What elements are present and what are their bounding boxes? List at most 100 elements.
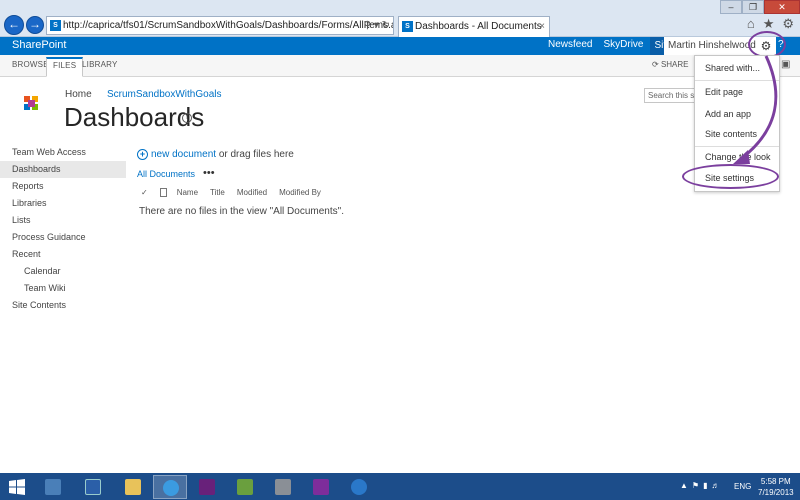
tab-title: Dashboards - All Documents xyxy=(415,21,542,32)
taskbar-powershell[interactable] xyxy=(76,475,110,499)
ribbon: BROWSE FILES LIBRARY ⟳ SHARE ▣ xyxy=(0,55,800,77)
focus-content-icon[interactable]: ▣ xyxy=(781,59,790,70)
menu-divider xyxy=(695,80,779,81)
taskbar-globe[interactable] xyxy=(342,475,376,499)
menu-item-change-the-look[interactable]: Change the look xyxy=(705,152,771,162)
taskbar-explorer[interactable] xyxy=(116,475,150,499)
start-button[interactable] xyxy=(0,475,34,499)
nav-item-process-guidance[interactable]: Process Guidance xyxy=(0,229,126,246)
nav-item-lists[interactable]: Lists xyxy=(0,212,126,229)
document-type-icon xyxy=(159,188,167,197)
column-title[interactable]: Title xyxy=(210,188,225,197)
taskbar-app-green[interactable] xyxy=(228,475,262,499)
taskbar-app-tools[interactable] xyxy=(266,475,300,499)
view-all-documents[interactable]: All Documents xyxy=(137,169,195,179)
window-controls: – ❐ ✕ xyxy=(720,0,800,14)
forward-arrow-icon[interactable]: → xyxy=(26,16,44,34)
share-icon: ⟳ xyxy=(652,60,659,69)
powershell-icon xyxy=(85,479,101,495)
app-cube-icon xyxy=(237,479,253,495)
nav-item-recent: Recent xyxy=(12,249,41,259)
system-tray: ▲ ⚑ ▮ ♬ xyxy=(680,481,720,490)
select-all-checkmark[interactable]: ✓ xyxy=(141,188,148,197)
user-name: Martin Hinshelwood xyxy=(668,40,756,51)
folder-icon xyxy=(125,479,141,495)
menu-divider xyxy=(695,146,779,147)
flag-icon[interactable]: ⚑ xyxy=(692,481,699,490)
taskbar-internet-explorer[interactable] xyxy=(153,475,187,499)
user-menu[interactable]: Martin Hinshelwood ▾ xyxy=(664,37,764,55)
clock-date: 7/19/2013 xyxy=(758,488,794,497)
address-text: http://caprica/tfs01/ScrumSandboxWithGoa… xyxy=(63,20,394,31)
drag-files-text: or drag files here xyxy=(216,149,294,160)
column-modified-by[interactable]: Modified By xyxy=(279,188,321,197)
sharepoint-brand[interactable]: SharePoint xyxy=(12,39,66,51)
favorites-star-icon[interactable]: ★ xyxy=(763,16,775,32)
tab-library[interactable]: LIBRARY xyxy=(76,58,124,71)
taskbar-visual-studio-2[interactable] xyxy=(304,475,338,499)
home-icon[interactable]: ⌂ xyxy=(747,16,755,32)
site-settings-highlight-annotation xyxy=(682,164,779,189)
search-refresh-icon[interactable]: ⚲ ▾ ↻ xyxy=(364,17,390,34)
windows-logo-icon xyxy=(9,479,25,495)
site-logo[interactable] xyxy=(24,96,40,112)
empty-view-message: There are no files in the view "All Docu… xyxy=(139,206,344,217)
nav-item-team-web-access[interactable]: Team Web Access xyxy=(0,144,126,161)
tools-gear-icon[interactable]: ⚙ xyxy=(782,16,794,32)
nav-item-site-contents[interactable]: Site Contents xyxy=(0,297,126,314)
clock-time: 5:58 PM xyxy=(760,477,791,486)
taskbar: ▲ ⚑ ▮ ♬ ENG 5:58 PM 7/19/2013 xyxy=(0,473,800,500)
clock[interactable]: 5:58 PM 7/19/2013 xyxy=(758,476,794,498)
suite-link-skydrive[interactable]: SkyDrive xyxy=(603,39,643,53)
close-window-button[interactable]: ✕ xyxy=(764,0,800,14)
column-name[interactable]: Name xyxy=(177,188,198,197)
menu-item-site-contents[interactable]: Site contents xyxy=(705,129,757,139)
language-indicator[interactable]: ENG xyxy=(734,482,751,491)
browser-chrome: – ❐ ✕ ← → S http://caprica/tfs01/ScrumSa… xyxy=(0,0,800,37)
breadcrumb-home[interactable]: Home xyxy=(65,89,92,100)
share-label: SHARE xyxy=(660,60,689,69)
add-icon[interactable]: + xyxy=(137,149,148,160)
menu-item-edit-page[interactable]: Edit page xyxy=(705,87,743,97)
new-document-prompt: + new document or drag files here xyxy=(137,149,294,160)
taskbar-visual-studio[interactable] xyxy=(190,475,224,499)
column-modified[interactable]: Modified xyxy=(237,188,267,197)
menu-item-add-an-app[interactable]: Add an app xyxy=(705,109,751,119)
left-navigation: Team Web Access Dashboards Reports Libra… xyxy=(0,144,126,314)
sharepoint-favicon-icon: S xyxy=(50,20,61,31)
address-bar[interactable]: S http://caprica/tfs01/ScrumSandboxWithG… xyxy=(46,16,394,35)
nav-item-libraries[interactable]: Libraries xyxy=(0,195,126,212)
nav-item-calendar[interactable]: Calendar xyxy=(0,263,126,280)
sharepoint-favicon-icon: S xyxy=(402,21,413,32)
suite-links: Newsfeed SkyDrive Sites xyxy=(548,37,681,55)
taskbar-server-manager[interactable] xyxy=(36,475,70,499)
server-manager-icon xyxy=(45,479,61,495)
visual-studio-icon xyxy=(199,479,215,495)
visual-studio-icon xyxy=(313,479,329,495)
globe-icon xyxy=(351,479,367,495)
browser-tab[interactable]: S Dashboards - All Documents × xyxy=(398,16,550,37)
volume-icon[interactable]: ♬ xyxy=(712,481,720,490)
gear-highlight-annotation xyxy=(748,31,786,58)
breadcrumb-site[interactable]: ScrumSandboxWithGoals xyxy=(107,89,222,100)
suite-bar: SharePoint Newsfeed SkyDrive Sites Marti… xyxy=(0,37,800,55)
menu-item-shared-with[interactable]: Shared with... xyxy=(705,63,760,73)
nav-item-dashboards[interactable]: Dashboards xyxy=(0,161,126,178)
new-document-link[interactable]: new document xyxy=(151,149,216,160)
network-icon[interactable]: ▮ xyxy=(703,481,707,490)
close-tab-icon[interactable]: × xyxy=(539,17,545,36)
show-hidden-icons-icon[interactable]: ▲ xyxy=(680,481,688,490)
column-headers: ✓ Name Title Modified Modified By xyxy=(141,188,333,197)
minimize-button[interactable]: – xyxy=(720,0,742,14)
nav-item-reports[interactable]: Reports xyxy=(0,178,126,195)
browser-toolbar-icons: ⌂ ★ ⚙ xyxy=(747,16,794,32)
search-input[interactable]: Search this site xyxy=(644,88,696,103)
back-arrow-icon[interactable]: ← xyxy=(4,15,24,35)
internet-explorer-icon xyxy=(163,480,179,496)
share-button[interactable]: ⟳ SHARE xyxy=(652,60,689,69)
restore-button[interactable]: ❐ xyxy=(742,0,764,14)
suite-link-newsfeed[interactable]: Newsfeed xyxy=(548,39,592,53)
more-views-button[interactable]: ••• xyxy=(203,167,215,179)
info-icon[interactable]: i xyxy=(182,113,192,123)
nav-item-team-wiki[interactable]: Team Wiki xyxy=(0,280,126,297)
